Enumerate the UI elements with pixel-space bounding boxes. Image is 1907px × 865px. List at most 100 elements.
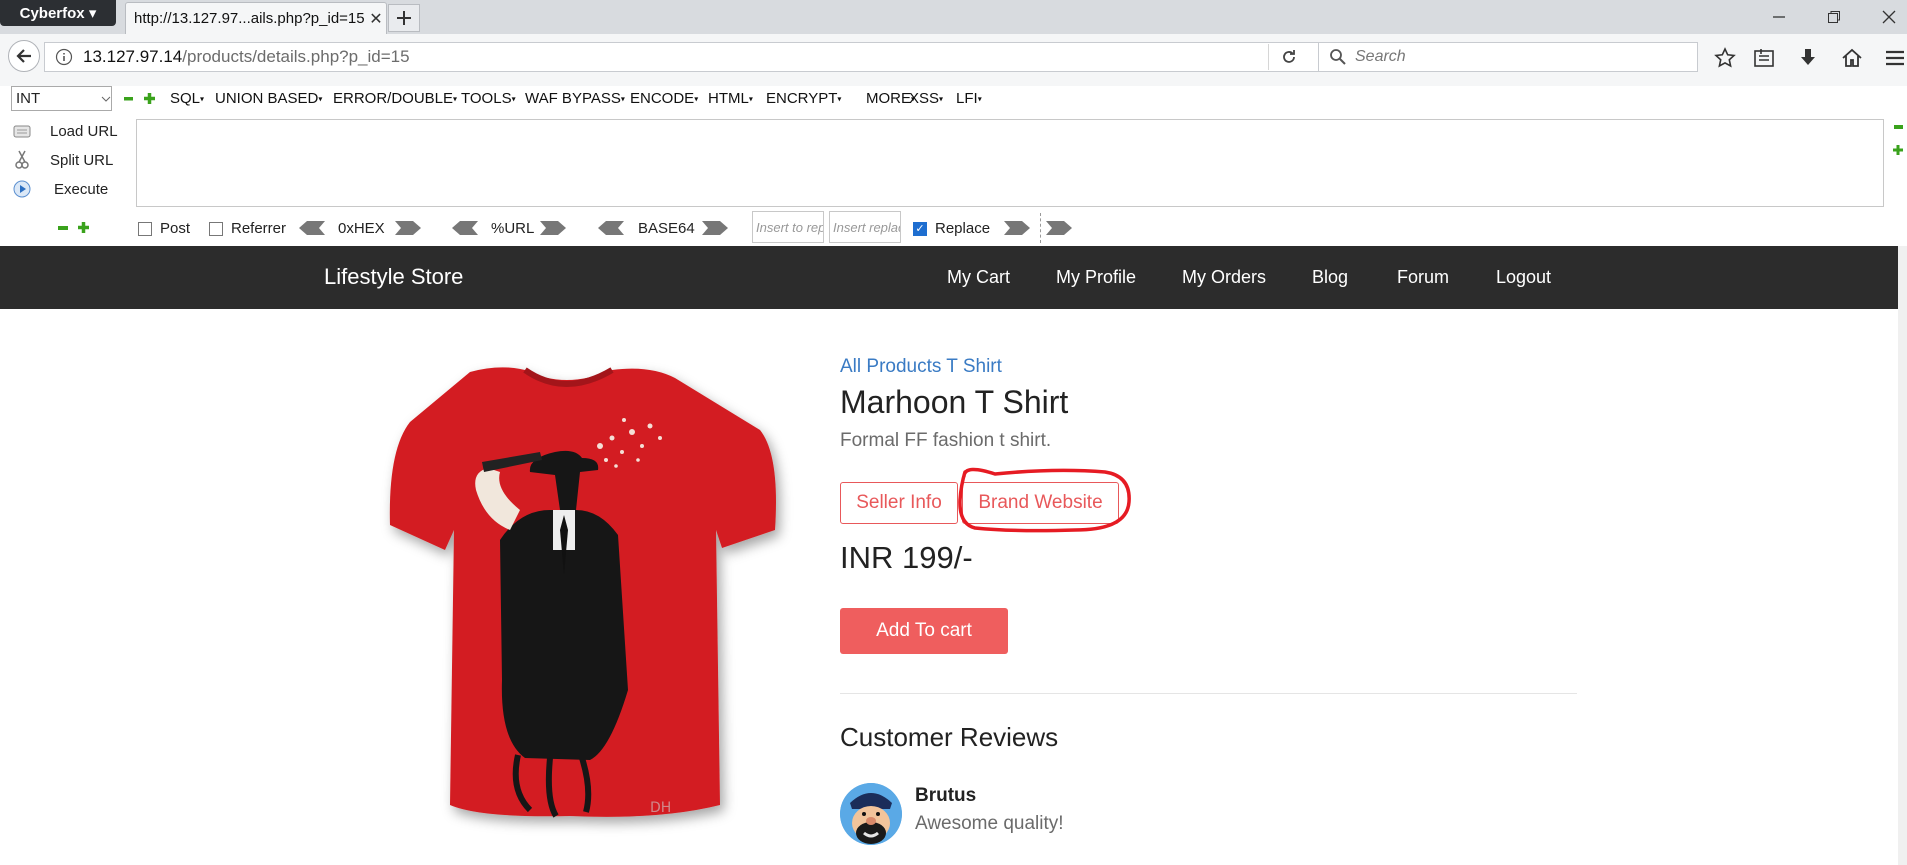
menu-button[interactable] [1882,45,1907,71]
minus-icon[interactable] [58,226,68,231]
replace-all-arrow-icon[interactable] [1044,219,1074,237]
select-value: INT [16,90,41,107]
arrow-left-icon [16,49,31,63]
review-text: Awesome quality! [915,813,1064,834]
replace-arrow-icon[interactable] [1002,219,1032,237]
close-window-button[interactable] [1878,6,1900,28]
caret-down-icon: ▾ [620,94,625,104]
replace-label: Replace [935,220,991,237]
browser-tab[interactable]: http://13.127.97...ails.php?p_id=15 ✕ [125,2,387,34]
nav-link-forum[interactable]: Forum [1397,267,1449,288]
hackbar-menu-sql[interactable]: SQL▾ [170,90,204,107]
minus-icon[interactable] [1894,125,1903,130]
hackbar-menu-more[interactable]: MORE▾ [866,90,915,107]
insert-replacing-input[interactable]: Insert replac [829,211,901,243]
red-circle-annotation [958,467,1131,533]
download-icon [1801,49,1815,65]
product-title: Marhoon T Shirt [840,384,1069,420]
product-image: DH [350,360,800,840]
url-bar[interactable]: 13.127.97.14/products/details.php?p_id=1… [44,42,1341,72]
nav-link-my-cart[interactable]: My Cart [947,267,1010,288]
reload-icon [1283,50,1295,63]
bookmarks-icon [1754,49,1774,67]
plus-icon[interactable] [1893,145,1903,155]
hackbar-menu-waf-bypass[interactable]: WAF BYPASS▾ [525,90,625,107]
hackbar-menu-label: ENCRYPT [766,90,838,107]
hackbar-menu-label: LFI [956,90,978,107]
seller-info-button[interactable]: Seller Info [840,482,958,524]
plus-icon[interactable] [78,222,89,233]
hex-label: 0xHEX [338,220,385,237]
referrer-checkbox[interactable]: Referrer [209,220,286,237]
downloads-button[interactable] [1795,45,1821,71]
scissors-icon [8,150,36,170]
info-icon[interactable] [45,48,83,66]
svg-text:DH: DH [650,800,671,816]
search-icon [1330,49,1346,65]
nav-link-my-orders[interactable]: My Orders [1182,267,1266,288]
hackbar-menu-label: UNION BASED [215,90,319,107]
home-icon [1842,48,1862,67]
caret-down-icon: ▾ [511,94,516,104]
app-menu-button[interactable]: Cyberfox ▾ [0,0,116,26]
plus-icon[interactable] [144,93,155,104]
hackbar-menu-xss[interactable]: XSS▾ [909,90,943,107]
bookmark-star-button[interactable] [1712,45,1738,71]
minus-icon[interactable] [124,94,133,103]
hackbar-menu-error-double[interactable]: ERROR/DOUBLE▾ [333,90,457,107]
search-bar[interactable]: Search [1318,42,1698,72]
nav-link-blog[interactable]: Blog [1312,267,1348,288]
hackbar-url-textarea[interactable] [136,119,1884,207]
hackbar-menu-html[interactable]: HTML▾ [708,90,753,107]
back-button[interactable] [8,40,40,72]
caret-down-icon: ▾ [694,94,699,104]
section-divider [840,693,1577,694]
site-brand[interactable]: Lifestyle Store [324,264,463,290]
hackbar-menu-encrypt[interactable]: ENCRYPT▾ [766,90,841,107]
base64-encode-arrow-icon[interactable] [700,219,730,237]
hackbar-menu-label: ERROR/DOUBLE [333,90,454,107]
hackbar-menu-union-based[interactable]: UNION BASED▾ [215,90,322,107]
url-encode-arrow-icon[interactable] [538,219,568,237]
tab-close-icon[interactable]: ✕ [366,9,386,29]
insert-to-replace-input[interactable]: Insert to rep [752,211,824,243]
reload-button[interactable] [1278,46,1300,68]
product-price: INR 199/- [840,540,973,575]
replace-checkbox[interactable]: ✓ Replace [913,220,990,237]
referrer-checkbox-box[interactable] [209,221,223,236]
page-scrollbar[interactable] [1898,246,1907,865]
home-button[interactable] [1839,45,1865,71]
base64-decode-arrow-icon[interactable] [596,219,626,237]
caret-down-icon: ▾ [453,94,458,104]
hackbar-divider [1040,213,1041,243]
load-url-button[interactable]: Load URL [8,121,118,141]
hex-decode-arrow-icon[interactable] [297,219,327,237]
product-breadcrumb[interactable]: All Products T Shirt [840,356,1002,378]
nav-link-logout[interactable]: Logout [1496,267,1551,288]
hackbar-menu-label: XSS [909,90,940,107]
load-url-label: Load URL [50,122,118,140]
url-label: %URL [491,220,535,237]
hackbar-menu-lfi[interactable]: LFI▾ [956,90,982,107]
nav-link-my-profile[interactable]: My Profile [1056,267,1136,288]
replace-checkbox-box[interactable]: ✓ [913,221,927,236]
play-icon [8,179,36,199]
split-url-button[interactable]: Split URL [8,150,113,170]
chevron-down-icon [101,96,111,102]
post-checkbox[interactable]: Post [138,220,190,237]
post-checkbox-box[interactable] [138,221,152,236]
url-decode-arrow-icon[interactable] [450,219,480,237]
minimize-button[interactable] [1768,6,1790,28]
hackbar-menu-tools[interactable]: TOOLS▾ [461,90,516,107]
caret-down-icon: ▾ [977,94,982,104]
hex-encode-arrow-icon[interactable] [393,219,423,237]
hackbar-menu-encode[interactable]: ENCODE▾ [630,90,698,107]
caret-down-icon: ▾ [748,94,753,104]
search-placeholder: Search [1355,48,1406,65]
execute-button[interactable]: Execute [8,179,108,199]
restore-button[interactable] [1823,6,1845,28]
hackbar-type-select[interactable]: INT [11,86,112,111]
add-to-cart-button[interactable]: Add To cart [840,608,1008,654]
new-tab-button[interactable] [388,4,420,32]
bookmarks-menu-button[interactable] [1751,45,1777,71]
